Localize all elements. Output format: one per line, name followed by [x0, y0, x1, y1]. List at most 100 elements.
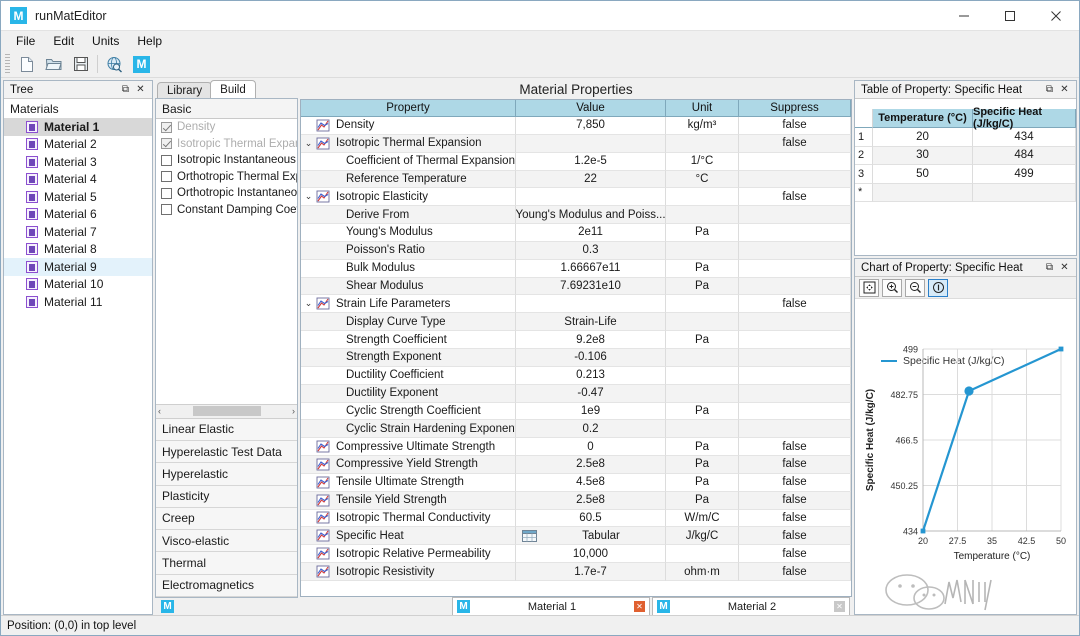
- cell-specific-heat[interactable]: 499: [973, 165, 1076, 184]
- category-item-hyperelastic-test-data[interactable]: Hyperelastic Test Data: [156, 441, 297, 463]
- library-checkbox-row-4[interactable]: Orthotropic Instantaneous: [156, 185, 297, 202]
- cell-suppress[interactable]: false: [739, 545, 851, 563]
- menu-edit[interactable]: Edit: [44, 32, 83, 50]
- table-row[interactable]: Derive FromYoung's Modulus and Poiss...: [301, 206, 851, 224]
- cell-suppress[interactable]: [739, 349, 851, 367]
- chart-plot-area[interactable]: Specific Heat (J/kg/C) 2027.53542.550434…: [855, 299, 1076, 614]
- cell-suppress[interactable]: false: [739, 456, 851, 474]
- checkbox-icon[interactable]: [161, 122, 172, 133]
- category-item-linear-elastic[interactable]: Linear Elastic: [156, 419, 297, 441]
- close-icon[interactable]: ✕: [1057, 83, 1072, 97]
- cell-suppress[interactable]: [739, 403, 851, 421]
- table-row[interactable]: ⌄Isotropic Elasticityfalse: [301, 188, 851, 206]
- document-tab-2[interactable]: MMaterial 2✕: [652, 597, 850, 615]
- tab-library[interactable]: Library: [157, 82, 212, 98]
- info-icon[interactable]: [928, 279, 948, 297]
- chevron-down-icon[interactable]: ⌄: [301, 298, 316, 309]
- menu-help[interactable]: Help: [128, 32, 171, 50]
- cell-value[interactable]: 1.2e-5: [516, 153, 666, 171]
- table-row[interactable]: 350499: [855, 165, 1076, 184]
- library-checkbox-row-5[interactable]: Constant Damping Coeffi: [156, 202, 297, 219]
- cell-specific-heat[interactable]: 484: [973, 147, 1076, 166]
- cell-value[interactable]: 0: [516, 438, 666, 456]
- cell-temperature[interactable]: [873, 184, 973, 203]
- cell-value[interactable]: 9.2e8: [516, 331, 666, 349]
- tree-item-material-10[interactable]: Material 10: [4, 276, 152, 294]
- table-grid-icon[interactable]: [522, 530, 537, 542]
- cell-value[interactable]: Young's Modulus and Poiss...: [516, 206, 666, 224]
- cell-value[interactable]: 22: [516, 171, 666, 189]
- checkbox-icon[interactable]: [161, 138, 172, 149]
- cell-value[interactable]: 1.7e-7: [516, 563, 666, 581]
- category-item-creep[interactable]: Creep: [156, 508, 297, 530]
- cell-suppress[interactable]: [739, 331, 851, 349]
- scroll-right-icon[interactable]: ›: [292, 406, 295, 416]
- library-checkbox-row-0[interactable]: Density: [156, 119, 297, 136]
- cell-value[interactable]: 2.5e8: [516, 456, 666, 474]
- cell-specific-heat[interactable]: [973, 184, 1076, 203]
- cell-suppress[interactable]: false: [739, 492, 851, 510]
- save-icon[interactable]: [67, 52, 94, 76]
- m-logo-icon[interactable]: M: [128, 52, 155, 76]
- cell-suppress[interactable]: [739, 242, 851, 260]
- float-icon[interactable]: ⧉: [118, 83, 133, 97]
- library-horizontal-scrollbar[interactable]: ‹ ›: [156, 404, 297, 419]
- cell-value[interactable]: 60.5: [516, 510, 666, 528]
- cell-suppress[interactable]: [739, 420, 851, 438]
- cell-suppress[interactable]: [739, 153, 851, 171]
- menu-file[interactable]: File: [7, 32, 44, 50]
- cell-value[interactable]: Strain-Life: [516, 313, 666, 331]
- table-row[interactable]: Compressive Yield Strength2.5e8Pafalse: [301, 456, 851, 474]
- zoom-in-icon[interactable]: [882, 279, 902, 297]
- chart-data-point[interactable]: [921, 529, 926, 534]
- close-icon[interactable]: [1033, 1, 1079, 31]
- cell-suppress[interactable]: [739, 367, 851, 385]
- table-row[interactable]: Cyclic Strength Coefficient1e9Pa: [301, 403, 851, 421]
- chart-data-point[interactable]: [1059, 347, 1064, 352]
- tree-item-material-2[interactable]: Material 2: [4, 136, 152, 154]
- table-row[interactable]: Coefficient of Thermal Expansion1.2e-51/…: [301, 153, 851, 171]
- table-row[interactable]: Bulk Modulus1.66667e11Pa: [301, 260, 851, 278]
- cell-value[interactable]: 4.5e8: [516, 474, 666, 492]
- table-row[interactable]: 230484: [855, 147, 1076, 166]
- category-item-electromagnetics[interactable]: Electromagnetics: [156, 575, 297, 597]
- table-row[interactable]: Shear Modulus7.69231e10Pa: [301, 278, 851, 296]
- tree-item-material-11[interactable]: Material 11: [4, 293, 152, 311]
- tree-item-material-8[interactable]: Material 8: [4, 241, 152, 259]
- table-row[interactable]: Isotropic Thermal Conductivity60.5W/m/Cf…: [301, 510, 851, 528]
- table-row[interactable]: Isotropic Relative Permeability10,000fal…: [301, 545, 851, 563]
- category-item-hyperelastic[interactable]: Hyperelastic: [156, 463, 297, 485]
- column-header-suppress[interactable]: Suppress: [739, 100, 851, 117]
- cell-temperature[interactable]: 20: [873, 128, 973, 147]
- cell-suppress[interactable]: false: [739, 474, 851, 492]
- table-row[interactable]: Strength Coefficient9.2e8Pa: [301, 331, 851, 349]
- cell-suppress[interactable]: false: [739, 438, 851, 456]
- cell-value[interactable]: 10,000: [516, 545, 666, 563]
- library-checkbox-row-2[interactable]: Isotropic Instantaneous Th: [156, 152, 297, 169]
- library-checkbox-row-3[interactable]: Orthotropic Thermal Expa: [156, 169, 297, 186]
- table-row[interactable]: Tensile Yield Strength2.5e8Pafalse: [301, 492, 851, 510]
- cell-suppress[interactable]: false: [739, 295, 851, 313]
- checkbox-icon[interactable]: [161, 155, 172, 166]
- tree-item-material-5[interactable]: Material 5: [4, 188, 152, 206]
- tree-item-material-6[interactable]: Material 6: [4, 206, 152, 224]
- float-icon[interactable]: ⧉: [1042, 83, 1057, 97]
- fit-to-window-icon[interactable]: [859, 279, 879, 297]
- cell-value[interactable]: 7.69231e10: [516, 278, 666, 296]
- scroll-left-icon[interactable]: ‹: [158, 406, 161, 416]
- cell-suppress[interactable]: [739, 171, 851, 189]
- category-item-thermal[interactable]: Thermal: [156, 552, 297, 574]
- chevron-down-icon[interactable]: ⌄: [301, 191, 316, 202]
- scrollbar-thumb[interactable]: [193, 406, 261, 416]
- cell-suppress[interactable]: [739, 278, 851, 296]
- table-row[interactable]: 120434: [855, 128, 1076, 147]
- cell-suppress[interactable]: [739, 260, 851, 278]
- cell-value[interactable]: 2.5e8: [516, 492, 666, 510]
- cell-value[interactable]: 0.2: [516, 420, 666, 438]
- tree-item-material-1[interactable]: Material 1: [4, 118, 152, 136]
- menu-units[interactable]: Units: [83, 32, 128, 50]
- cell-value[interactable]: -0.47: [516, 385, 666, 403]
- table-row[interactable]: Ductility Exponent-0.47: [301, 385, 851, 403]
- cell-value[interactable]: 1.66667e11: [516, 260, 666, 278]
- cell-value[interactable]: 1e9: [516, 403, 666, 421]
